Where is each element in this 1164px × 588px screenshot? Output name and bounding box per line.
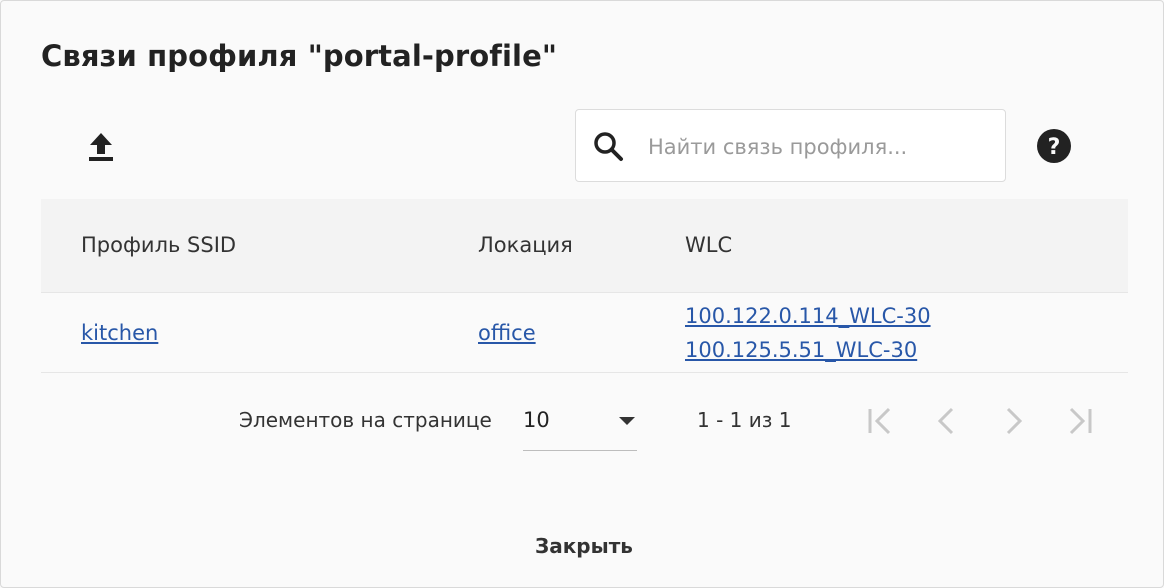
chevron-left-icon	[937, 407, 954, 435]
column-header-ssid-profile[interactable]: Профиль SSID	[81, 233, 236, 257]
close-button[interactable]: Закрыть	[501, 521, 667, 571]
help-circle-icon: ?	[1037, 129, 1071, 163]
dialog-title: Связи профиля "portal-profile"	[41, 39, 558, 73]
last-page-button[interactable]	[1059, 401, 1099, 441]
upload-button[interactable]	[75, 121, 127, 173]
chevron-down-icon	[619, 417, 635, 425]
search-input[interactable]	[648, 130, 988, 164]
page-size-select[interactable]: 10	[523, 395, 637, 451]
table-header: Профиль SSID Локация WLC	[41, 199, 1128, 293]
items-per-page-label: Элементов на странице	[239, 408, 492, 432]
next-page-button[interactable]	[993, 401, 1033, 441]
wlc-link[interactable]: 100.125.5.51_WLC-30	[685, 338, 917, 362]
ssid-profile-link[interactable]: kitchen	[81, 321, 158, 345]
column-header-wlc[interactable]: WLC	[685, 233, 732, 257]
previous-page-button[interactable]	[927, 401, 967, 441]
upload-icon	[89, 133, 113, 161]
svg-text:?: ?	[1048, 135, 1061, 160]
column-header-location[interactable]: Локация	[478, 233, 573, 257]
chevron-right-icon	[1006, 407, 1023, 435]
table-row: kitchen office 100.122.0.114_WLC-30 100.…	[41, 293, 1128, 373]
first-page-button[interactable]	[861, 401, 901, 441]
search-icon	[594, 132, 623, 161]
profile-links-dialog: Связи профиля "portal-profile" ? Профиль…	[0, 0, 1164, 588]
first-page-icon	[868, 407, 891, 435]
location-link[interactable]: office	[478, 321, 536, 345]
last-page-icon	[1069, 407, 1092, 435]
wlc-link[interactable]: 100.122.0.114_WLC-30	[685, 304, 931, 328]
paginator: Элементов на странице 10 1 - 1 из 1	[41, 373, 1128, 469]
help-button[interactable]: ?	[1035, 127, 1073, 165]
search-box	[575, 109, 1006, 182]
profile-links-table: Профиль SSID Локация WLC kitchen office …	[41, 199, 1128, 373]
page-size-value: 10	[523, 408, 550, 432]
page-range-label: 1 - 1 из 1	[697, 408, 792, 432]
